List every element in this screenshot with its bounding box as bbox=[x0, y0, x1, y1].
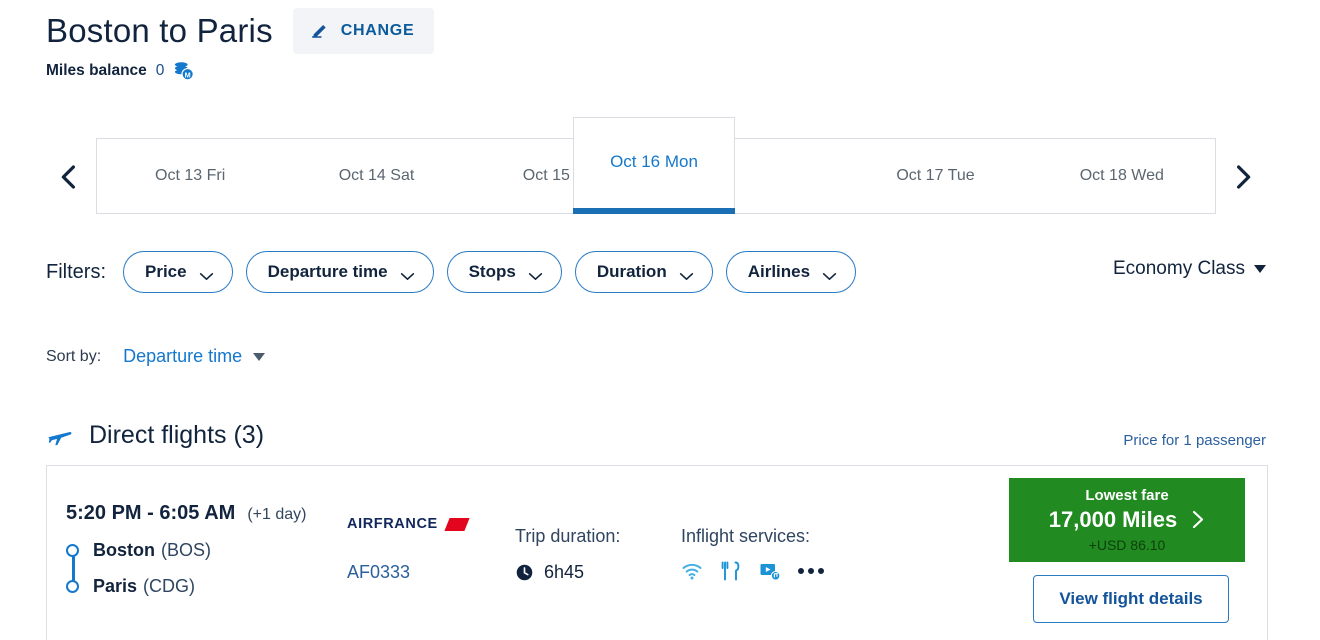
miles-coin-icon: M bbox=[173, 61, 195, 81]
destination-dot-icon bbox=[66, 579, 79, 593]
trip-duration-block: Trip duration: 6h45 bbox=[515, 526, 620, 583]
chevron-down-icon bbox=[199, 268, 214, 280]
airplane-icon bbox=[46, 423, 72, 449]
fare-cash-value: +USD 86.10 bbox=[1088, 536, 1166, 553]
direct-flights-heading: Direct flights (3) bbox=[46, 421, 264, 450]
sort-by-selector[interactable]: Departure time bbox=[123, 346, 266, 367]
origin-code: (BOS) bbox=[161, 539, 212, 560]
chevron-right-icon bbox=[1192, 510, 1205, 529]
date-tab-0[interactable]: Oct 13 Fri bbox=[97, 139, 283, 213]
miles-balance-row: Miles balance 0 M bbox=[46, 61, 434, 81]
destination-label: Paris (CDG) bbox=[93, 576, 195, 597]
change-route-button[interactable]: CHANGE bbox=[292, 8, 435, 54]
origin-city: Boston bbox=[93, 539, 155, 560]
destination-city: Paris bbox=[93, 575, 138, 596]
price-passenger-note: Price for 1 passenger bbox=[1123, 432, 1266, 449]
dot bbox=[818, 568, 824, 574]
date-tab-5[interactable]: Oct 18 Wed bbox=[1029, 139, 1215, 213]
date-tab-1[interactable]: Oct 14 Sat bbox=[283, 139, 469, 213]
origin-leg: Boston (BOS) bbox=[66, 532, 211, 568]
lowest-fare-button[interactable]: Lowest fare 17,000 Miles +USD 86.10 bbox=[1009, 478, 1245, 562]
miles-balance-label: Miles balance bbox=[46, 62, 147, 79]
view-flight-details-button[interactable]: View flight details bbox=[1033, 575, 1229, 623]
filter-duration[interactable]: Duration bbox=[574, 251, 713, 293]
filter-duration-label: Duration bbox=[596, 262, 667, 281]
change-button-label: CHANGE bbox=[340, 22, 415, 39]
sort-by-value: Departure time bbox=[123, 346, 243, 366]
wifi-icon bbox=[681, 561, 703, 581]
page-header: Boston to Paris CHANGE Miles balance 0 M bbox=[46, 8, 435, 81]
flight-result-card[interactable]: 5:20 PM - 6:05 AM (+1 day) Boston (BOS) P… bbox=[46, 465, 1268, 640]
filter-departure-time[interactable]: Departure time bbox=[245, 251, 434, 293]
meal-icon bbox=[720, 561, 742, 581]
date-tab-selected[interactable]: Oct 16 Mon bbox=[573, 117, 735, 214]
dot bbox=[808, 568, 814, 574]
inflight-services-block: Inflight services: bbox=[681, 526, 824, 581]
trip-duration-row: 6h45 bbox=[515, 562, 620, 583]
filters-row: Filters: Price Departure time Stops Dura… bbox=[46, 251, 857, 293]
clock-icon bbox=[515, 563, 534, 582]
entertainment-icon bbox=[759, 561, 781, 581]
page-title: Boston to Paris bbox=[46, 12, 273, 49]
airfrance-stripe-icon bbox=[444, 517, 470, 531]
flight-number: AF0333 bbox=[347, 562, 411, 582]
svg-text:M: M bbox=[185, 70, 191, 79]
flight-day-offset: (+1 day) bbox=[247, 506, 307, 523]
filter-airlines-label: Airlines bbox=[747, 262, 811, 281]
inflight-services-heading: Inflight services: bbox=[681, 526, 811, 546]
flight-times: 5:20 PM - 6:05 AM (+1 day) bbox=[66, 502, 306, 525]
filter-price[interactable]: Price bbox=[123, 251, 233, 293]
trip-duration-heading: Trip duration: bbox=[515, 526, 621, 546]
direct-flights-title: Direct flights (3) bbox=[89, 421, 265, 449]
filter-departure-time-label: Departure time bbox=[267, 262, 388, 281]
filters-label: Filters: bbox=[46, 260, 106, 283]
cabin-class-selector[interactable]: Economy Class bbox=[1113, 258, 1266, 280]
dot bbox=[798, 568, 804, 574]
airline-name: AIRFRANCE bbox=[347, 516, 438, 532]
inflight-services-icons bbox=[681, 561, 824, 581]
flight-legs: Boston (BOS) Paris (CDG) bbox=[66, 532, 211, 604]
filter-stops[interactable]: Stops bbox=[446, 251, 562, 293]
airfrance-logo: AIRFRANCE bbox=[347, 516, 470, 532]
next-dates-button[interactable] bbox=[1224, 158, 1262, 196]
sort-row: Sort by: Departure time bbox=[46, 346, 266, 367]
origin-dot-icon bbox=[66, 543, 79, 557]
filter-price-label: Price bbox=[145, 262, 187, 281]
route-row: Boston to Paris CHANGE bbox=[46, 8, 435, 54]
destination-code: (CDG) bbox=[143, 575, 196, 596]
chevron-down-icon bbox=[679, 268, 694, 280]
date-tab-4[interactable]: Oct 17 Tue bbox=[842, 139, 1028, 213]
miles-balance-value: 0 bbox=[155, 62, 165, 79]
more-services-icon[interactable] bbox=[798, 568, 824, 574]
fare-miles-value: 17,000 Miles bbox=[1048, 506, 1178, 532]
date-tab-selected-label: Oct 16 Mon bbox=[610, 152, 698, 171]
chevron-down-icon bbox=[822, 268, 837, 280]
caret-down-icon bbox=[1254, 265, 1266, 273]
lowest-fare-badge: Lowest fare bbox=[1085, 486, 1169, 504]
filter-stops-label: Stops bbox=[468, 262, 516, 281]
trip-duration-value: 6h45 bbox=[544, 562, 585, 582]
origin-label: Boston (BOS) bbox=[93, 540, 211, 561]
sort-by-label: Sort by: bbox=[46, 347, 102, 365]
destination-leg: Paris (CDG) bbox=[66, 568, 211, 604]
caret-down-icon bbox=[253, 352, 266, 361]
airline-block: AIRFRANCE AF0333 bbox=[347, 516, 470, 583]
chevron-down-icon bbox=[528, 268, 543, 280]
fare-miles-row: 17,000 Miles bbox=[1049, 506, 1205, 534]
flight-times-value: 5:20 PM - 6:05 AM bbox=[66, 502, 236, 524]
previous-dates-button[interactable] bbox=[50, 158, 88, 196]
pencil-icon bbox=[309, 20, 331, 42]
cabin-class-label: Economy Class bbox=[1113, 258, 1245, 279]
filter-airlines[interactable]: Airlines bbox=[725, 251, 857, 293]
chevron-down-icon bbox=[400, 268, 415, 280]
